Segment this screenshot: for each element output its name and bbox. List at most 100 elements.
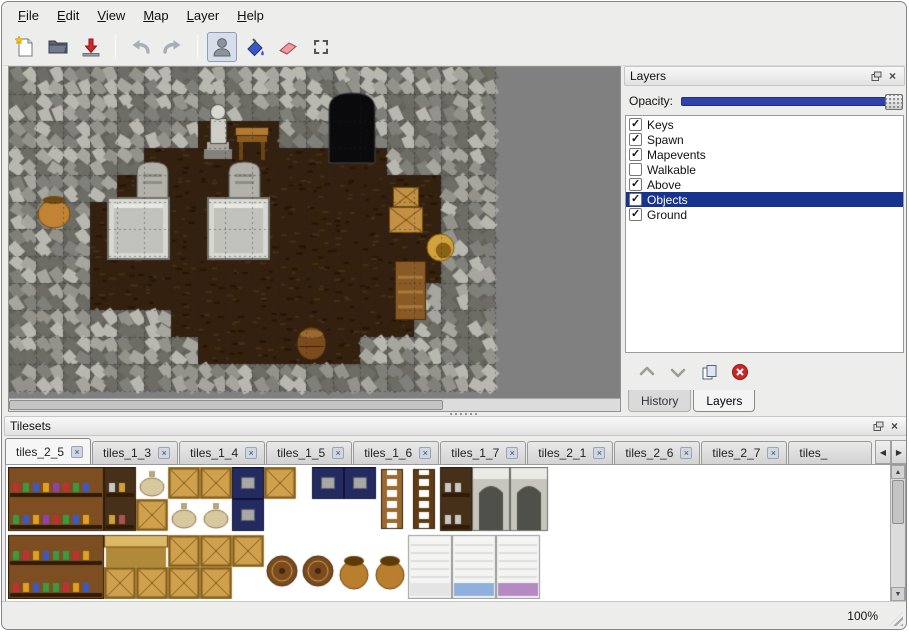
tileset-tab-tiles_1_7[interactable]: tiles_1_7: [440, 441, 526, 464]
tileset-tab-bar: tiles_2_5 tiles_1_3 tiles_1_4 tiles_1_5 …: [5, 438, 873, 464]
map-canvas[interactable]: [9, 67, 620, 398]
layers-panel: Layers Opacity: Keys Spawn M: [624, 66, 905, 412]
scroll-tabs-left-button[interactable]: [875, 440, 891, 464]
selection-icon: [314, 40, 328, 54]
tileset-tab-tiles_2_6[interactable]: tiles_2_6: [614, 441, 700, 464]
stamp-tool-button[interactable]: [207, 32, 237, 62]
close-panel-icon[interactable]: [886, 70, 899, 83]
dock-tab-bar: History Layers: [628, 390, 757, 412]
tileset-tab-tiles_2_7[interactable]: tiles_2_7: [701, 441, 787, 464]
save-icon: [80, 36, 102, 58]
tab-close-icon[interactable]: [332, 447, 344, 459]
tab-close-icon[interactable]: [419, 447, 431, 459]
tab-layers[interactable]: Layers: [693, 390, 755, 412]
layer-list: Keys Spawn Mapevents Walkable Above Obje…: [625, 115, 904, 353]
layer-visibility-checkbox[interactable]: [629, 133, 642, 146]
opacity-row: Opacity:: [624, 91, 903, 111]
slider-handle[interactable]: [885, 94, 903, 110]
menu-map[interactable]: Map: [135, 5, 176, 26]
menu-edit[interactable]: Edit: [49, 5, 87, 26]
map-horizontal-scrollbar[interactable]: [9, 398, 620, 411]
menu-help[interactable]: Help: [229, 5, 272, 26]
layer-row-above[interactable]: Above: [626, 177, 903, 192]
select-tool-button[interactable]: [306, 32, 336, 62]
tileset-tab-label: tiles_1_5: [277, 446, 325, 460]
toolbar-separator: [115, 35, 116, 59]
layer-label: Walkable: [647, 163, 696, 177]
scroll-down-arrow[interactable]: [891, 587, 905, 601]
tab-close-icon[interactable]: [506, 447, 518, 459]
stamp-icon: [211, 36, 233, 58]
layer-row-spawn[interactable]: Spawn: [626, 132, 903, 147]
tab-close-icon[interactable]: [767, 447, 779, 459]
tileset-tab-tiles_1_5[interactable]: tiles_1_5: [266, 441, 352, 464]
menu-view[interactable]: View: [89, 5, 133, 26]
tileset-preview-canvas[interactable]: [8, 467, 552, 599]
tileset-tab-label: tiles_1_3: [103, 446, 151, 460]
lower-layer-button[interactable]: [667, 361, 689, 383]
save-button[interactable]: [76, 32, 106, 62]
open-folder-icon: [47, 36, 69, 58]
tileset-tab-tiles_1_6[interactable]: tiles_1_6: [353, 441, 439, 464]
eraser-tool-button[interactable]: [273, 32, 303, 62]
layer-visibility-checkbox[interactable]: [629, 148, 642, 161]
tileset-tab-label: tiles_2_1: [538, 446, 586, 460]
tileset-tab-tiles_2_1[interactable]: tiles_2_1: [527, 441, 613, 464]
tileset-tab-truncated[interactable]: tiles_: [788, 441, 872, 464]
delete-icon: [731, 363, 749, 381]
app-window: File Edit View Map Layer Help: [1, 1, 907, 630]
layers-panel-title: Layers: [630, 69, 666, 83]
open-button[interactable]: [43, 32, 73, 62]
layer-visibility-checkbox[interactable]: [629, 178, 642, 191]
tileset-tab-tiles_1_3[interactable]: tiles_1_3: [92, 441, 178, 464]
float-panel-icon[interactable]: [872, 420, 885, 433]
layer-label: Mapevents: [647, 148, 706, 162]
menu-file[interactable]: File: [10, 5, 47, 26]
fill-tool-button[interactable]: [240, 32, 270, 62]
undo-button[interactable]: [125, 32, 155, 62]
layer-visibility-checkbox[interactable]: [629, 118, 642, 131]
statusbar: 100%: [2, 601, 906, 629]
layer-row-keys[interactable]: Keys: [626, 117, 903, 132]
opacity-slider[interactable]: [681, 97, 903, 106]
layer-row-walkable[interactable]: Walkable: [626, 162, 903, 177]
layers-panel-titlebar: Layers: [624, 66, 905, 86]
scroll-tabs-right-button[interactable]: [891, 440, 907, 464]
resize-grip[interactable]: [889, 612, 903, 626]
eraser-icon: [277, 36, 299, 58]
tilesets-panel-titlebar: Tilesets: [4, 416, 907, 436]
layer-label: Ground: [647, 208, 687, 222]
raise-layer-button[interactable]: [636, 361, 658, 383]
layer-row-objects[interactable]: Objects: [626, 192, 903, 207]
close-panel-icon[interactable]: [888, 420, 901, 433]
duplicate-layer-button[interactable]: [698, 361, 720, 383]
tileset-tab-tiles_1_4[interactable]: tiles_1_4: [179, 441, 265, 464]
tab-history[interactable]: History: [628, 390, 691, 412]
float-panel-icon[interactable]: [870, 70, 883, 83]
tab-close-icon[interactable]: [680, 447, 692, 459]
delete-layer-button[interactable]: [729, 361, 751, 383]
layer-row-mapevents[interactable]: Mapevents: [626, 147, 903, 162]
tileset-tab-label: tiles_1_6: [364, 446, 412, 460]
tileset-tab-tiles_2_5[interactable]: tiles_2_5: [5, 438, 91, 464]
tileset-view: [5, 464, 906, 602]
scroll-up-arrow[interactable]: [891, 465, 905, 479]
menu-layer[interactable]: Layer: [179, 5, 228, 26]
tab-close-icon[interactable]: [158, 447, 170, 459]
chevron-up-icon: [639, 365, 655, 379]
tab-close-icon[interactable]: [245, 447, 257, 459]
new-file-button[interactable]: [10, 32, 40, 62]
tab-close-icon[interactable]: [593, 447, 605, 459]
tab-close-icon[interactable]: [71, 446, 83, 458]
tileset-vertical-scrollbar[interactable]: [890, 465, 905, 601]
undo-icon: [129, 36, 151, 58]
layer-visibility-checkbox[interactable]: [629, 208, 642, 221]
redo-button[interactable]: [158, 32, 188, 62]
duplicate-icon: [701, 364, 718, 381]
scrollbar-thumb[interactable]: [9, 400, 443, 410]
scrollbar-thumb[interactable]: [892, 480, 904, 524]
layer-row-ground[interactable]: Ground: [626, 207, 903, 222]
layer-visibility-checkbox[interactable]: [629, 193, 642, 206]
layer-visibility-checkbox[interactable]: [629, 163, 642, 176]
zoom-level: 100%: [847, 609, 878, 623]
